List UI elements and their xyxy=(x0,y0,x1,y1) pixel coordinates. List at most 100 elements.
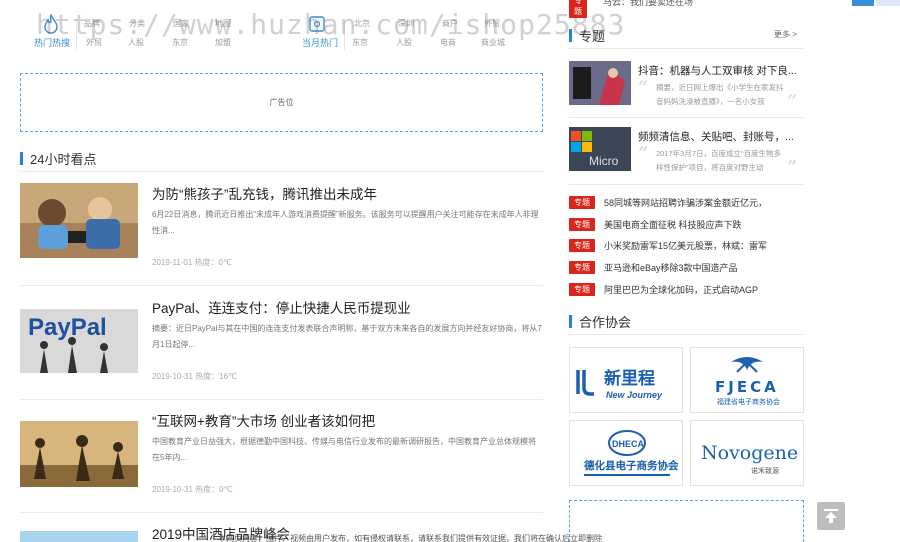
topic-link[interactable]: 58同城等网站招聘诈骗涉案金额近亿元， xyxy=(604,196,767,209)
map-pin-icon xyxy=(309,16,325,32)
topic-link[interactable]: 马云：我们要卖还在场 xyxy=(603,0,693,8)
topic-link[interactable]: 小米奖励雷军15亿美元股票，林斌：雷军 xyxy=(604,239,767,252)
article-summary: 摘要：近日PayPal与其在中国的连连支付发表联合声明称，基于双方未来各自的发展… xyxy=(152,324,542,349)
topic-tag: 专题 xyxy=(569,195,595,209)
hot-link[interactable]: 深圳 xyxy=(398,18,414,29)
hot-link[interactable]: 人股 xyxy=(396,37,412,48)
topic-link[interactable]: 阿里巴巴为全球化加码，正式启动AGP xyxy=(604,283,758,296)
article-title[interactable]: 为防“熊孩子”乱充钱，腾讯推出未成年 xyxy=(152,183,377,203)
section-marker xyxy=(569,29,572,42)
partner-logo[interactable]: 新里程 New Journey xyxy=(569,347,683,413)
topic-tag: 专题 xyxy=(569,238,595,252)
more-link[interactable]: 更多 > xyxy=(774,29,797,40)
divider xyxy=(569,334,804,335)
arrow-up-icon xyxy=(824,509,838,523)
hot-link[interactable]: 东京 xyxy=(352,37,368,48)
section-title: 24小时看点 xyxy=(30,152,97,167)
hot-link[interactable]: 东京 xyxy=(172,37,188,48)
float-badge-label[interactable] xyxy=(876,0,900,6)
partner-logo[interactable]: FJECA 福建省电子商务协会 xyxy=(690,347,804,413)
topic-thumbnail[interactable]: Micro xyxy=(569,127,631,171)
list-item[interactable]: 专题 亚马逊和eBay移除3款中国造产品 xyxy=(569,259,804,275)
topic-tag: 专题 xyxy=(569,0,587,18)
article-meta: 2019-10-31 热度：16℃ xyxy=(152,372,238,381)
article-item[interactable]: “互联网+教育”大市场 创业者该如何把 中国教育产业日益强大，根据德勤中国科技、… xyxy=(20,410,543,510)
topic-summary: 2017年3月7日，百度成立“百度生物多样性保护”项目，将百度对野生动 xyxy=(656,149,782,172)
divider xyxy=(569,184,804,185)
section-header-partners: 合作协会 xyxy=(569,312,631,331)
page: 热门热搜 品牌 外贸 分类 人股 国家 东京 地图 加盟 当月热门 北京 东京 … xyxy=(0,0,900,542)
article-title[interactable]: “互联网+教育”大市场 创业者该如何把 xyxy=(152,410,375,430)
ad-placeholder[interactable] xyxy=(569,500,804,542)
topic-thumbnail[interactable] xyxy=(569,61,631,105)
list-item[interactable]: 专题 58同城等网站招聘诈骗涉案金额近亿元， xyxy=(569,194,804,210)
hot-group-title[interactable]: 热门热搜 xyxy=(34,36,70,49)
back-to-top-button[interactable] xyxy=(817,502,845,530)
article-item[interactable]: PayPal PayPal、连连支付：停止快捷人民币提现业 摘要：近日PayPa… xyxy=(20,297,543,397)
hot-link[interactable]: 地图 xyxy=(215,18,231,29)
divider xyxy=(20,171,543,172)
flame-icon xyxy=(44,14,58,34)
partner-logo[interactable]: DHECA 德化县电子商务协会 xyxy=(569,420,683,486)
partner-subtitle: 福建省电子商务协会 xyxy=(717,397,780,406)
hot-tags-strip: 热门热搜 品牌 外贸 分类 人股 国家 东京 地图 加盟 当月热门 北京 东京 … xyxy=(20,6,543,56)
partner-name: DHECA xyxy=(612,439,645,449)
divider xyxy=(344,20,345,50)
list-item[interactable]: 专题 小米奖励雷军15亿美元股票，林斌：雷军 xyxy=(569,237,804,253)
quote-close-icon: ” xyxy=(787,91,798,112)
article-thumbnail[interactable] xyxy=(20,421,138,487)
hot-link[interactable]: 商户 xyxy=(442,18,458,29)
quote-open-icon: “ xyxy=(638,143,649,164)
article-summary: 6月22日消息，腾讯近日推出“未成年人游戏消费提醒”新服务。该服务可以提醒用户关… xyxy=(152,210,539,235)
section-header-topics: 专题 xyxy=(569,26,605,45)
topic-tag: 专题 xyxy=(569,260,595,274)
quote-close-icon: ” xyxy=(787,157,798,178)
hot-link[interactable]: 人股 xyxy=(128,37,144,48)
list-item[interactable]: 专题 美国电商全面征税 科技股应声下跌 xyxy=(569,216,804,232)
hot-link[interactable]: 国家 xyxy=(173,18,189,29)
float-badge[interactable] xyxy=(852,0,874,6)
topic-card[interactable]: 抖音：机器与人工双审核 对下良... “ 摘要，近日网上爆出《小学生在家发抖音妈… xyxy=(569,61,804,121)
article-thumbnail[interactable]: PayPal xyxy=(20,309,138,373)
divider xyxy=(20,285,543,286)
hot-group-1: 热门热搜 品牌 外贸 分类 人股 国家 东京 地图 加盟 xyxy=(20,6,275,54)
partner-subtitle: 诺禾致源 xyxy=(751,466,779,475)
hot-link[interactable]: 电商 xyxy=(440,37,456,48)
hot-group-title[interactable]: 当月热门 xyxy=(302,36,338,49)
topic-link[interactable]: 美国电商全面征税 科技股应声下跌 xyxy=(604,218,742,231)
svg-text:PayPal: PayPal xyxy=(28,314,107,341)
topic-title[interactable]: 频频清信息、关贴吧、封账号，... xyxy=(638,129,804,144)
divider xyxy=(569,117,804,118)
hot-link[interactable]: 商业城 xyxy=(481,37,505,48)
article-thumbnail[interactable] xyxy=(20,183,138,258)
quote-open-icon: “ xyxy=(638,77,649,98)
hot-link[interactable]: 加盟 xyxy=(215,37,231,48)
divider xyxy=(20,399,543,400)
article-title[interactable]: PayPal、连连支付：停止快捷人民币提现业 xyxy=(152,297,411,317)
article-thumbnail[interactable] xyxy=(20,531,138,542)
partner-name: 新里程 xyxy=(604,368,655,389)
topic-card[interactable]: Micro 频频清信息、关贴吧、封账号，... “ 2017年3月7日，百度成立… xyxy=(569,127,804,187)
partner-subtitle: New Journey xyxy=(606,390,663,400)
topic-link[interactable]: 亚马逊和eBay移除3款中国造产品 xyxy=(604,261,738,274)
footer-text: 本网页内容、图片、视频由用户发布，如有侵权请联系，请联系我们提供有效证据，我们将… xyxy=(218,534,602,542)
topic-title[interactable]: 抖音：机器与人工双审核 对下良... xyxy=(638,63,804,78)
divider xyxy=(20,512,543,513)
hot-link[interactable]: 外贸 xyxy=(484,18,500,29)
section-marker xyxy=(20,152,23,165)
section-marker xyxy=(569,315,572,328)
partner-name: Novogene xyxy=(701,442,798,464)
partner-logo[interactable]: Novogene 诺禾致源 xyxy=(690,420,804,486)
topic-tag: 专题 xyxy=(569,282,595,296)
hot-link[interactable]: 品牌 xyxy=(84,18,100,29)
ad-label: 广告位 xyxy=(269,98,294,107)
list-item[interactable]: 专题 阿里巴巴为全球化加码，正式启动AGP xyxy=(569,281,804,297)
hot-link[interactable]: 北京 xyxy=(354,18,370,29)
hot-link[interactable]: 分类 xyxy=(129,18,145,29)
ad-placeholder[interactable]: 广告位 xyxy=(20,73,543,132)
hot-link[interactable]: 外贸 xyxy=(86,37,102,48)
article-item[interactable]: 为防“熊孩子”乱充钱，腾讯推出未成年 6月22日消息，腾讯近日推出“未成年人游戏… xyxy=(20,183,543,283)
divider xyxy=(569,48,804,49)
topic-tag: 专题 xyxy=(569,217,595,231)
hot-group-2: 当月热门 北京 东京 深圳 人股 商户 电商 外贸 商业城 xyxy=(290,6,543,54)
